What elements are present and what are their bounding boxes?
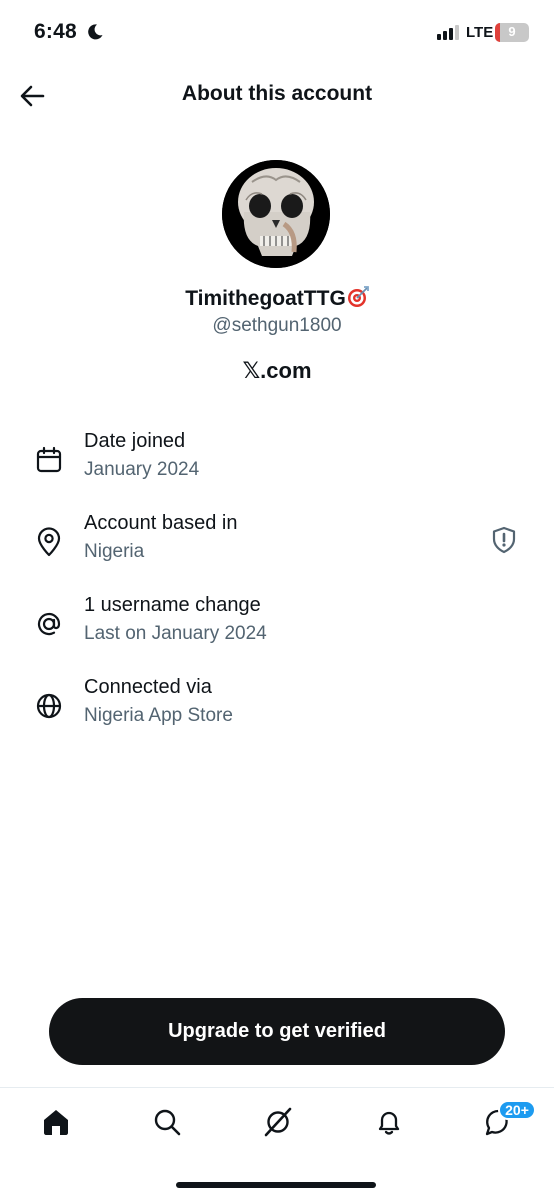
notifications-icon [378, 1111, 400, 1135]
info-value: Nigeria [84, 541, 145, 562]
nav-grok[interactable] [261, 1105, 295, 1139]
home-indicator [176, 1182, 376, 1188]
display-name: TimithegoatTTG [0, 286, 554, 311]
cellular-signal-icon [437, 25, 459, 40]
info-row-username-change: 1 username change Last on January 2024 [0, 594, 554, 656]
header: About this account [0, 70, 554, 120]
info-value: January 2024 [84, 459, 200, 480]
network-type: LTE [466, 24, 494, 41]
info-label: 1 username change [84, 594, 261, 616]
nav-home[interactable] [39, 1105, 73, 1139]
info-row-connected-via: Connected via Nigeria App Store [0, 676, 554, 738]
search-icon [154, 1109, 181, 1136]
at-sign-icon [37, 612, 61, 636]
platform-label: 𝕏.com [242, 358, 312, 383]
username-handle: @sethgun1800 [212, 315, 342, 336]
info-label: Connected via [84, 676, 212, 698]
info-label: Account based in [84, 512, 238, 534]
page-title: About this account [181, 82, 373, 105]
shield-alert-icon[interactable] [489, 525, 519, 555]
info-value: Nigeria App Store [84, 705, 233, 726]
skull-avatar-image [222, 160, 330, 268]
info-label: Date joined [84, 430, 186, 452]
status-bar: 6:48 LTE 9 [0, 0, 554, 66]
grok-icon [264, 1107, 292, 1137]
status-time: 6:48 [34, 20, 77, 43]
moon-icon [88, 24, 103, 40]
upgrade-verified-button[interactable]: Upgrade to get verified [49, 998, 505, 1065]
home-icon [44, 1110, 68, 1135]
nav-search[interactable] [150, 1105, 184, 1139]
calendar-icon [36, 446, 62, 473]
avatar[interactable] [222, 160, 330, 268]
display-name-text: TimithegoatTTG [185, 287, 346, 310]
location-pin-icon [37, 527, 61, 557]
bullseye-emoji-icon [347, 286, 369, 307]
messages-badge: 20+ [498, 1100, 536, 1120]
nav-notifications[interactable] [372, 1105, 406, 1139]
battery-level: 9 [508, 24, 516, 39]
info-row-account-based-in: Account based in Nigeria [0, 512, 554, 574]
globe-icon [36, 693, 62, 719]
info-value: Last on January 2024 [84, 623, 267, 644]
info-row-date-joined: Date joined January 2024 [0, 430, 554, 492]
battery-icon: 9 [495, 23, 529, 42]
